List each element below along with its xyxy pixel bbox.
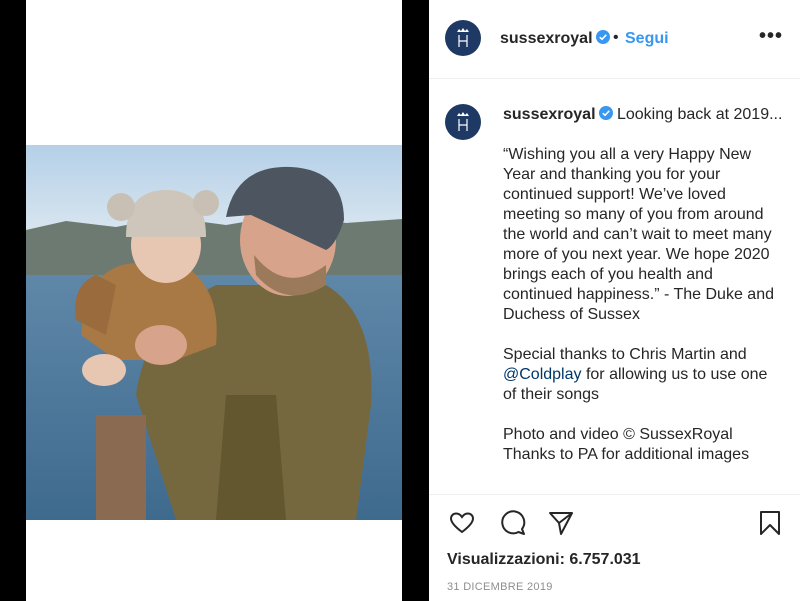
left-letterbox — [0, 0, 26, 601]
caption-paragraph-thanks: Special thanks to Chris Martin and @Cold… — [503, 345, 783, 405]
credits-line-1: Photo and video © SussexRoyal — [503, 426, 733, 443]
save-icon[interactable] — [756, 509, 784, 537]
caption-username[interactable]: sussexroyal — [503, 106, 596, 123]
post-actions: Visualizzazioni: 6.757.031 31 DICEMBRE 2… — [429, 494, 800, 601]
more-options-icon[interactable]: ••• — [759, 26, 783, 46]
verified-icon — [598, 106, 613, 120]
caption-paragraph: “Wishing you all a very Happy New Year a… — [503, 146, 774, 323]
coldplay-mention-link[interactable]: @Coldplay — [503, 366, 582, 383]
post-date[interactable]: 31 DICEMBRE 2019 — [447, 581, 553, 593]
verified-icon — [595, 30, 610, 44]
monogram-icon — [457, 28, 469, 47]
separator-dot: • — [613, 29, 619, 46]
right-letterbox — [402, 0, 429, 601]
post-header: sussexroyal • Segui ••• — [429, 0, 800, 79]
post-caption: sussexroyal Looking back at 2019... “Wis… — [503, 105, 783, 485]
share-icon[interactable] — [547, 509, 575, 537]
photo-illustration — [26, 145, 402, 520]
comments-section[interactable]: sussexroyal Looking back at 2019... “Wis… — [429, 80, 800, 494]
avatar[interactable] — [445, 20, 481, 56]
credits-line-2: Thanks to PA for additional images — [503, 446, 750, 463]
caption-intro-text: Looking back at 2019... — [616, 106, 783, 123]
monogram-icon — [457, 112, 469, 131]
caption-paragraph-credits: Photo and video © SussexRoyal Thanks to … — [503, 425, 783, 465]
username-text[interactable]: sussexroyal — [500, 30, 593, 47]
post-side-panel: sussexroyal • Segui ••• sussexroyal Look… — [429, 0, 800, 601]
comment-icon[interactable] — [499, 509, 527, 537]
media-pane[interactable] — [26, 0, 402, 601]
caption-intro: sussexroyal Looking back at 2019... — [503, 105, 783, 125]
like-icon[interactable] — [448, 509, 476, 537]
post-photo[interactable] — [26, 145, 402, 520]
follow-button[interactable]: Segui — [625, 30, 669, 48]
caption-avatar[interactable] — [445, 104, 481, 140]
thanks-text: Special thanks to Chris Martin and — [503, 346, 747, 363]
views-count[interactable]: Visualizzazioni: 6.757.031 — [447, 551, 641, 569]
post-author-username[interactable]: sussexroyal — [500, 30, 610, 48]
